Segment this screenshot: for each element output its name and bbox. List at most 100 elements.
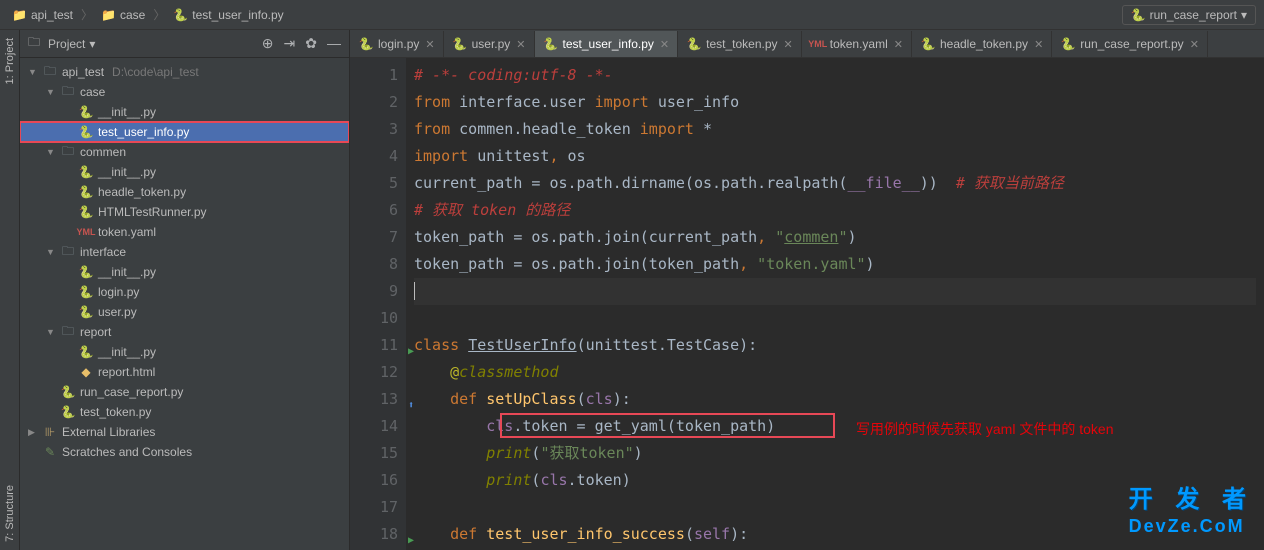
code-line[interactable]: cls.token = get_yaml(token_path) — [414, 413, 1256, 440]
file-icon: ✎ — [42, 445, 58, 459]
close-icon[interactable]: ✕ — [894, 38, 903, 51]
tree-item-run_case_report-py[interactable]: 🐍run_case_report.py — [20, 382, 349, 402]
collapse-icon[interactable]: ⇥ — [284, 35, 296, 52]
run-configuration-selector[interactable]: 🐍 run_case_report ▾ — [1122, 5, 1256, 25]
file-icon: 🗀 — [60, 142, 76, 163]
line-number[interactable]: 4 — [354, 143, 398, 170]
tree-item-test_token-py[interactable]: 🐍test_token.py — [20, 402, 349, 422]
editor-code[interactable]: # -*- coding:utf-8 -*-from interface.use… — [406, 58, 1264, 550]
code-line[interactable]: current_path = os.path.dirname(os.path.r… — [414, 170, 1256, 197]
tree-toggle-icon[interactable]: ▼ — [46, 327, 56, 337]
code-line[interactable]: class TestUserInfo(unittest.TestCase): — [414, 332, 1256, 359]
editor-tab-user-py[interactable]: 🐍user.py✕ — [444, 31, 535, 57]
close-icon[interactable]: ✕ — [1190, 38, 1199, 51]
line-number[interactable]: 13⬆ — [354, 386, 398, 413]
editor[interactable]: 1234567891011▶1213⬆1415161718▶ # -*- cod… — [350, 58, 1264, 550]
tree-item-report-html[interactable]: ◆report.html — [20, 362, 349, 382]
breadcrumb-file[interactable]: 🐍test_user_info.py — [169, 6, 287, 24]
editor-tab-test_token-py[interactable]: 🐍test_token.py✕ — [678, 31, 802, 57]
tree-item-case[interactable]: ▼🗀case — [20, 82, 349, 102]
line-number[interactable]: 12 — [354, 359, 398, 386]
code-line[interactable]: @classmethod — [414, 359, 1256, 386]
line-number[interactable]: 14 — [354, 413, 398, 440]
project-view-selector[interactable]: Project ▾ — [48, 37, 254, 51]
tree-toggle-icon[interactable]: ▶ — [28, 427, 38, 438]
tool-tab-structure[interactable]: 7: Structure — [2, 477, 18, 550]
tree-item-report[interactable]: ▼🗀report — [20, 322, 349, 342]
code-line[interactable]: token_path = os.path.join(token_path, "t… — [414, 251, 1256, 278]
file-icon: 🐍 — [1060, 37, 1076, 51]
file-icon: YML — [78, 227, 94, 237]
tree-item-headle_token-py[interactable]: 🐍headle_token.py — [20, 182, 349, 202]
line-number[interactable]: 8 — [354, 251, 398, 278]
code-line[interactable]: print("获取token") — [414, 440, 1256, 467]
line-number[interactable]: 15 — [354, 440, 398, 467]
tree-item-commen[interactable]: ▼🗀commen — [20, 142, 349, 162]
close-icon[interactable]: ✕ — [425, 38, 434, 51]
line-number[interactable]: 1 — [354, 62, 398, 89]
editor-tab-headle_token-py[interactable]: 🐍headle_token.py✕ — [912, 31, 1052, 57]
tree-label: case — [80, 85, 105, 99]
tree-item-__init__-py[interactable]: 🐍__init__.py — [20, 162, 349, 182]
line-number[interactable]: 11▶ — [354, 332, 398, 359]
tree-item-__init__-py[interactable]: 🐍__init__.py — [20, 102, 349, 122]
tree-item-api_test[interactable]: ▼🗀api_testD:\code\api_test — [20, 62, 349, 82]
tree-toggle-icon[interactable]: ▼ — [46, 87, 56, 97]
tree-toggle-icon[interactable]: ▼ — [46, 247, 56, 257]
locate-icon[interactable]: ⊕ — [262, 35, 274, 52]
file-icon: 🐍 — [78, 165, 94, 179]
tree-item-test_user_info-py[interactable]: 🐍test_user_info.py — [20, 122, 349, 142]
line-number[interactable]: 3 — [354, 116, 398, 143]
tree-toggle-icon[interactable]: ▼ — [28, 67, 38, 77]
tree-item-__init__-py[interactable]: 🐍__init__.py — [20, 342, 349, 362]
line-number[interactable]: 7 — [354, 224, 398, 251]
tree-item-Scratches-and-Consoles[interactable]: ✎Scratches and Consoles — [20, 442, 349, 462]
code-line[interactable]: import unittest, os — [414, 143, 1256, 170]
tree-item-__init__-py[interactable]: 🐍__init__.py — [20, 262, 349, 282]
close-icon[interactable]: ✕ — [660, 38, 669, 51]
editor-tab-login-py[interactable]: 🐍login.py✕ — [350, 31, 444, 57]
code-line[interactable]: token_path = os.path.join(current_path, … — [414, 224, 1256, 251]
file-icon: ◆ — [78, 365, 94, 379]
project-tree[interactable]: ▼🗀api_testD:\code\api_test▼🗀case🐍__init_… — [20, 58, 349, 550]
code-line[interactable]: from interface.user import user_info — [414, 89, 1256, 116]
tree-item-user-py[interactable]: 🐍user.py — [20, 302, 349, 322]
file-icon: 🗀 — [42, 62, 58, 83]
line-number[interactable]: 2 — [354, 89, 398, 116]
line-number[interactable]: 17 — [354, 494, 398, 521]
tree-toggle-icon[interactable]: ▼ — [46, 147, 56, 157]
line-number[interactable]: 16 — [354, 467, 398, 494]
line-number[interactable]: 5 — [354, 170, 398, 197]
breadcrumb-folder[interactable]: 📁case — [97, 6, 149, 24]
code-line[interactable]: def setUpClass(cls): — [414, 386, 1256, 413]
editor-gutter[interactable]: 1234567891011▶1213⬆1415161718▶ — [350, 58, 406, 550]
editor-tab-run_case_report-py[interactable]: 🐍run_case_report.py✕ — [1052, 31, 1208, 57]
line-number[interactable]: 10 — [354, 305, 398, 332]
file-icon: 🐍 — [78, 125, 94, 139]
code-line[interactable] — [414, 305, 1256, 332]
line-number[interactable]: 9 — [354, 278, 398, 305]
editor-tab-test_user_info-py[interactable]: 🐍test_user_info.py✕ — [535, 31, 679, 57]
close-icon[interactable]: ✕ — [1034, 38, 1043, 51]
tree-label: run_case_report.py — [80, 385, 183, 399]
file-icon: 🐍 — [686, 37, 702, 51]
line-number[interactable]: 6 — [354, 197, 398, 224]
code-line[interactable] — [414, 278, 1256, 305]
close-icon[interactable]: ✕ — [784, 38, 793, 51]
tree-item-HTMLTestRunner-py[interactable]: 🐍HTMLTestRunner.py — [20, 202, 349, 222]
tree-item-interface[interactable]: ▼🗀interface — [20, 242, 349, 262]
editor-tab-token-yaml[interactable]: YMLtoken.yaml✕ — [802, 31, 912, 57]
tree-label: __init__.py — [98, 105, 156, 119]
tree-item-token-yaml[interactable]: YMLtoken.yaml — [20, 222, 349, 242]
close-icon[interactable]: ✕ — [516, 38, 525, 51]
hide-icon[interactable]: — — [327, 35, 341, 52]
breadcrumb-root[interactable]: 📁api_test — [8, 6, 77, 24]
tree-item-login-py[interactable]: 🐍login.py — [20, 282, 349, 302]
tree-item-External-Libraries[interactable]: ▶⊪External Libraries — [20, 422, 349, 442]
tool-tab-project[interactable]: 1: Project — [2, 30, 18, 92]
code-line[interactable]: # 获取 token 的路径 — [414, 197, 1256, 224]
code-line[interactable]: from commen.headle_token import * — [414, 116, 1256, 143]
gear-icon[interactable]: ✿ — [305, 35, 317, 52]
code-line[interactable]: # -*- coding:utf-8 -*- — [414, 62, 1256, 89]
line-number[interactable]: 18▶ — [354, 521, 398, 548]
